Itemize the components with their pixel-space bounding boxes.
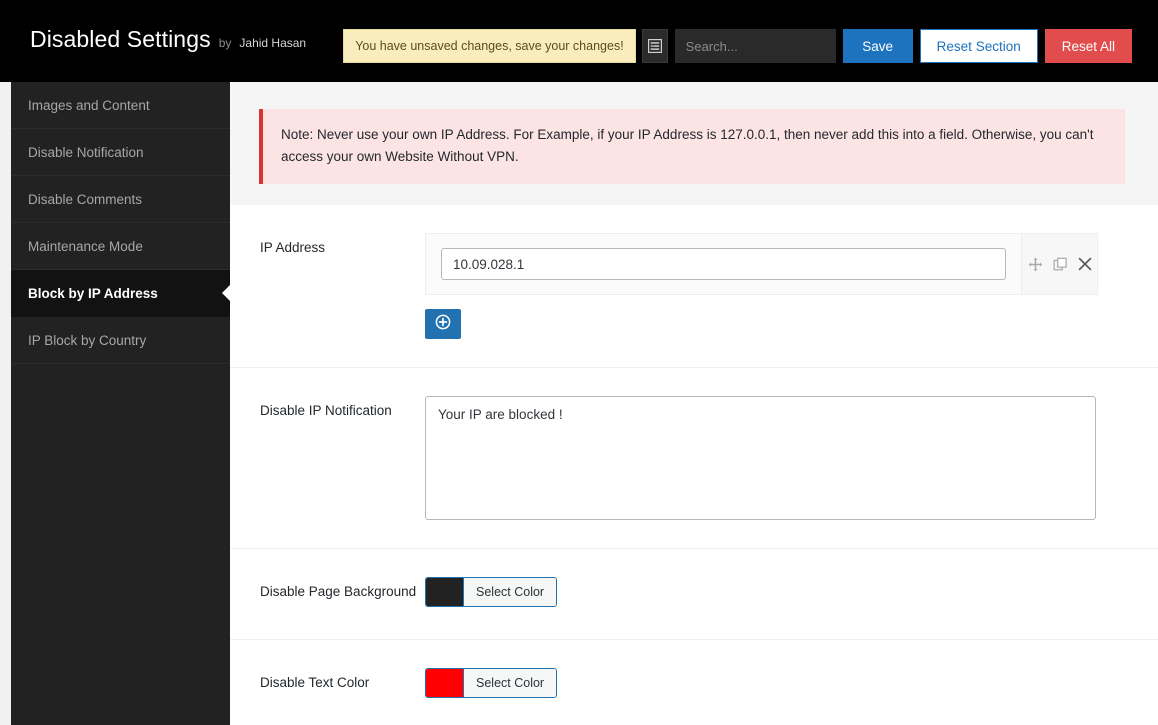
field-control xyxy=(425,396,1158,520)
header-bar: Disabled Settings by Jahid Hasan You hav… xyxy=(0,0,1158,82)
sidebar-item-label: IP Block by Country xyxy=(28,332,147,348)
content-area: Note: Never use your own IP Address. For… xyxy=(230,82,1158,725)
select-color-label: Select Color xyxy=(463,578,557,606)
field-row-text-color: Disable Text Color Select Color xyxy=(230,640,1158,725)
field-row-ip-address: IP Address xyxy=(230,205,1158,368)
collapse-sections-button[interactable] xyxy=(641,29,668,63)
field-row-ip-notification: Disable IP Notification xyxy=(230,368,1158,549)
sidebar-item-label: Images and Content xyxy=(28,97,150,113)
brand-by-label: by xyxy=(218,36,232,50)
field-control xyxy=(425,233,1158,339)
sidebar-item-label: Disable Comments xyxy=(28,191,143,207)
sidebar-item-ip-block-by-country[interactable]: IP Block by Country xyxy=(11,317,230,364)
sidebar-item-disable-comments[interactable]: Disable Comments xyxy=(11,176,230,223)
ip-address-input[interactable] xyxy=(441,248,1006,280)
move-icon[interactable] xyxy=(1028,257,1043,272)
repeater-field xyxy=(426,234,1021,294)
sidebar-item-maintenance-mode[interactable]: Maintenance Mode xyxy=(11,223,230,270)
page-background-colorpicker[interactable]: Select Color xyxy=(425,577,558,607)
reset-all-button[interactable]: Reset All xyxy=(1044,29,1132,63)
field-label: Disable IP Notification xyxy=(260,403,392,418)
select-color-label: Select Color xyxy=(463,669,557,697)
add-ip-address-button[interactable] xyxy=(425,309,461,339)
ip-warning-notice: Note: Never use your own IP Address. For… xyxy=(259,109,1125,184)
active-pointer-icon xyxy=(222,285,230,301)
field-label: Disable Text Color xyxy=(260,675,370,690)
sidebar-item-disable-notification[interactable]: Disable Notification xyxy=(11,129,230,176)
brand-author: Jahid Hasan xyxy=(239,36,307,50)
ip-notification-textarea[interactable] xyxy=(425,396,1096,520)
field-label: IP Address xyxy=(260,240,326,255)
unsaved-changes-notice: You have unsaved changes, save your chan… xyxy=(343,29,636,63)
field-control: Select Color xyxy=(425,668,1158,702)
sidebar-item-label: Maintenance Mode xyxy=(28,238,143,254)
reset-section-button[interactable]: Reset Section xyxy=(919,29,1038,63)
repeater-tools xyxy=(1021,234,1097,294)
sidebar-item-label: Block by IP Address xyxy=(28,285,158,301)
sidebar: Images and Content Disable Notification … xyxy=(0,82,230,725)
brand: Disabled Settings by Jahid Hasan xyxy=(30,28,306,51)
clone-icon[interactable] xyxy=(1053,257,1068,272)
sidebar-item-images-and-content[interactable]: Images and Content xyxy=(11,82,230,129)
sidebar-item-block-by-ip-address[interactable]: Block by IP Address xyxy=(11,270,230,317)
header-toolbar: You have unsaved changes, save your chan… xyxy=(343,29,1132,63)
text-color-colorpicker[interactable]: Select Color xyxy=(425,668,558,698)
plus-circle-icon xyxy=(435,314,451,335)
repeater-item xyxy=(425,233,1098,295)
page-title: Disabled Settings xyxy=(30,26,211,52)
field-control: Select Color xyxy=(425,577,1158,611)
save-button[interactable]: Save xyxy=(842,29,913,63)
field-row-page-background: Disable Page Background Select Color xyxy=(230,549,1158,640)
collapse-sections-icon xyxy=(647,39,662,53)
settings-page: Disabled Settings by Jahid Hasan You hav… xyxy=(0,0,1158,725)
color-swatch xyxy=(426,669,463,697)
sidebar-item-label: Disable Notification xyxy=(28,144,144,160)
close-icon[interactable] xyxy=(1078,257,1092,271)
settings-panel: IP Address 10.09.028.1 Disable IP Notifi… xyxy=(230,205,1158,725)
color-swatch xyxy=(426,578,463,606)
field-label: Disable Page Background xyxy=(260,584,417,599)
notice-text: Note: Never use your own IP Address. For… xyxy=(281,127,1094,164)
search-input[interactable] xyxy=(674,29,836,63)
